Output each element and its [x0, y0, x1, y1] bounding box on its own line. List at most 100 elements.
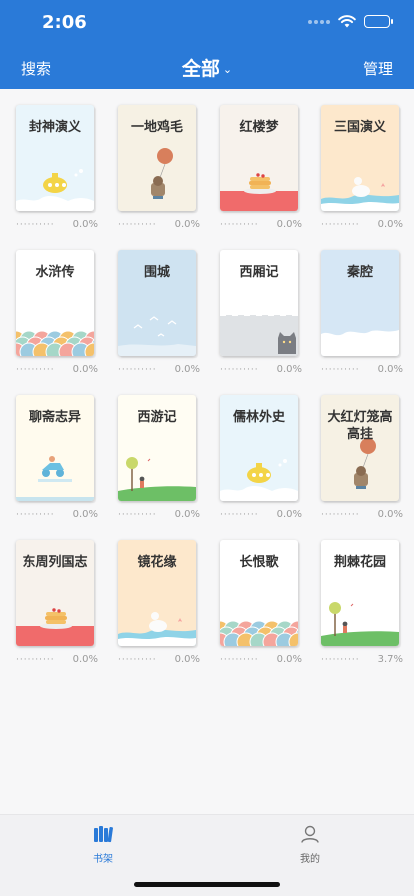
progress-dots: ··········	[220, 654, 259, 665]
category-selector[interactable]: 全部 ⌄	[0, 54, 414, 81]
home-indicator	[134, 882, 280, 887]
progress-percent: 0.0%	[377, 219, 403, 230]
book-title: 镜花缘	[137, 555, 177, 570]
book-title: 秦腔	[346, 265, 373, 280]
book-title: 西游记	[137, 410, 177, 425]
progress-dots: ··········	[321, 509, 360, 520]
book-title: 三国演义	[333, 120, 386, 135]
reading-progress: ·········· 0.0%	[16, 219, 98, 230]
reading-progress: ·········· 0.0%	[220, 219, 302, 230]
chevron-down-icon: ⌄	[222, 63, 233, 76]
book-item[interactable]: 聊斋志异 ·········· 0.0%	[16, 395, 98, 520]
book-item[interactable]: 三国演义 ·········· 0.0%	[321, 105, 403, 230]
book-cover[interactable]: 封神演义	[16, 105, 94, 211]
book-item[interactable]: 西游记 ·········· 0.0%	[118, 395, 200, 520]
book-cover[interactable]: 大红灯笼高高挂	[321, 395, 399, 501]
book-cover[interactable]: 围城	[118, 250, 196, 356]
progress-percent: 0.0%	[377, 364, 403, 375]
book-cover[interactable]: 三国演义	[321, 105, 399, 211]
progress-percent: 0.0%	[72, 219, 98, 230]
reading-progress: ·········· 0.0%	[220, 364, 302, 375]
book-cover[interactable]: 秦腔	[321, 250, 399, 356]
reading-progress: ·········· 0.0%	[220, 509, 302, 520]
progress-dots: ··········	[16, 509, 55, 520]
progress-dots: ··········	[118, 364, 157, 375]
reading-progress: ·········· 0.0%	[321, 219, 403, 230]
progress-dots: ··········	[321, 654, 360, 665]
book-title: 东周列国志	[22, 555, 88, 570]
tab-bookshelf[interactable]: 书架	[63, 825, 143, 865]
bookshelf-icon	[94, 826, 113, 843]
reading-progress: ·········· 0.0%	[321, 364, 403, 375]
reading-progress: ·········· 0.0%	[16, 509, 98, 520]
book-title: 红楼梦	[239, 120, 279, 135]
reading-progress: ·········· 0.0%	[220, 654, 302, 665]
tab-mine-label: 我的	[300, 854, 320, 865]
reading-progress: ·········· 3.7%	[321, 654, 403, 665]
progress-dots: ··········	[16, 219, 55, 230]
book-item[interactable]: 镜花缘 ·········· 0.0%	[118, 540, 200, 665]
person-icon	[301, 825, 319, 843]
book-cover[interactable]: 一地鸡毛	[118, 105, 196, 211]
reading-progress: ·········· 0.0%	[118, 654, 200, 665]
book-item[interactable]: 围城 ·········· 0.0%	[118, 250, 200, 375]
book-item[interactable]: 荆棘花园 ·········· 3.7%	[321, 540, 403, 665]
progress-percent: 0.0%	[72, 364, 98, 375]
book-title: 长恨歌	[239, 555, 279, 570]
reading-progress: ·········· 0.0%	[16, 364, 98, 375]
reading-progress: ·········· 0.0%	[118, 509, 200, 520]
reading-progress: ·········· 0.0%	[321, 509, 403, 520]
progress-dots: ··········	[16, 364, 55, 375]
book-title: 儒林外史	[232, 410, 285, 425]
progress-percent: 0.0%	[72, 654, 98, 665]
progress-dots: ··········	[118, 219, 157, 230]
category-title: 全部	[181, 58, 220, 80]
book-item[interactable]: 儒林外史 ·········· 0.0%	[220, 395, 302, 520]
book-item[interactable]: 西厢记 ·········· 0.0%	[220, 250, 302, 375]
book-title: 荆棘花园	[333, 555, 386, 570]
progress-percent: 0.0%	[276, 509, 302, 520]
progress-percent: 0.0%	[72, 509, 98, 520]
book-item[interactable]: 大红灯笼高高挂 ·········· 0.0%	[321, 395, 403, 520]
progress-dots: ··········	[220, 509, 259, 520]
book-cover[interactable]: 荆棘花园	[321, 540, 399, 646]
progress-percent: 0.0%	[377, 509, 403, 520]
wifi-icon	[338, 15, 356, 28]
tab-bookshelf-label: 书架	[93, 854, 113, 865]
book-cover[interactable]: 水浒传	[16, 250, 94, 356]
book-title: 西厢记	[239, 265, 279, 280]
book-title: 封神演义	[28, 120, 81, 135]
book-cover[interactable]: 西游记	[118, 395, 196, 501]
status-icons	[308, 15, 393, 28]
cellular-signal-icon	[308, 19, 330, 24]
book-title: 一地鸡毛	[130, 120, 183, 135]
book-cover[interactable]: 东周列国志	[16, 540, 94, 646]
book-item[interactable]: 水浒传 ·········· 0.0%	[16, 250, 98, 375]
progress-dots: ··········	[321, 219, 360, 230]
book-cover[interactable]: 镜花缘	[118, 540, 196, 646]
progress-percent: 3.7%	[377, 654, 403, 665]
book-cover[interactable]: 聊斋志异	[16, 395, 94, 501]
book-cover[interactable]: 儒林外史	[220, 395, 298, 501]
book-item[interactable]: 封神演义 ·········· 0.0%	[16, 105, 98, 230]
book-title: 大红灯笼高高挂	[327, 410, 393, 442]
book-cover[interactable]: 长恨歌	[220, 540, 298, 646]
book-item[interactable]: 秦腔 ·········· 0.0%	[321, 250, 403, 375]
book-cover[interactable]: 西厢记	[220, 250, 298, 356]
book-item[interactable]: 长恨歌 ·········· 0.0%	[220, 540, 302, 665]
progress-percent: 0.0%	[174, 654, 200, 665]
progress-dots: ··········	[220, 219, 259, 230]
progress-percent: 0.0%	[276, 654, 302, 665]
book-item[interactable]: 一地鸡毛 ·········· 0.0%	[118, 105, 200, 230]
tab-mine[interactable]: 我的	[270, 825, 350, 865]
progress-dots: ··········	[118, 654, 157, 665]
book-cover[interactable]: 红楼梦	[220, 105, 298, 211]
book-item[interactable]: 红楼梦 ·········· 0.0%	[220, 105, 302, 230]
progress-percent: 0.0%	[276, 219, 302, 230]
progress-dots: ··········	[118, 509, 157, 520]
reading-progress: ·········· 0.0%	[118, 364, 200, 375]
reading-progress: ·········· 0.0%	[16, 654, 98, 665]
book-item[interactable]: 东周列国志 ·········· 0.0%	[16, 540, 98, 665]
manage-button[interactable]: 管理	[363, 58, 393, 79]
reading-progress: ·········· 0.0%	[118, 219, 200, 230]
